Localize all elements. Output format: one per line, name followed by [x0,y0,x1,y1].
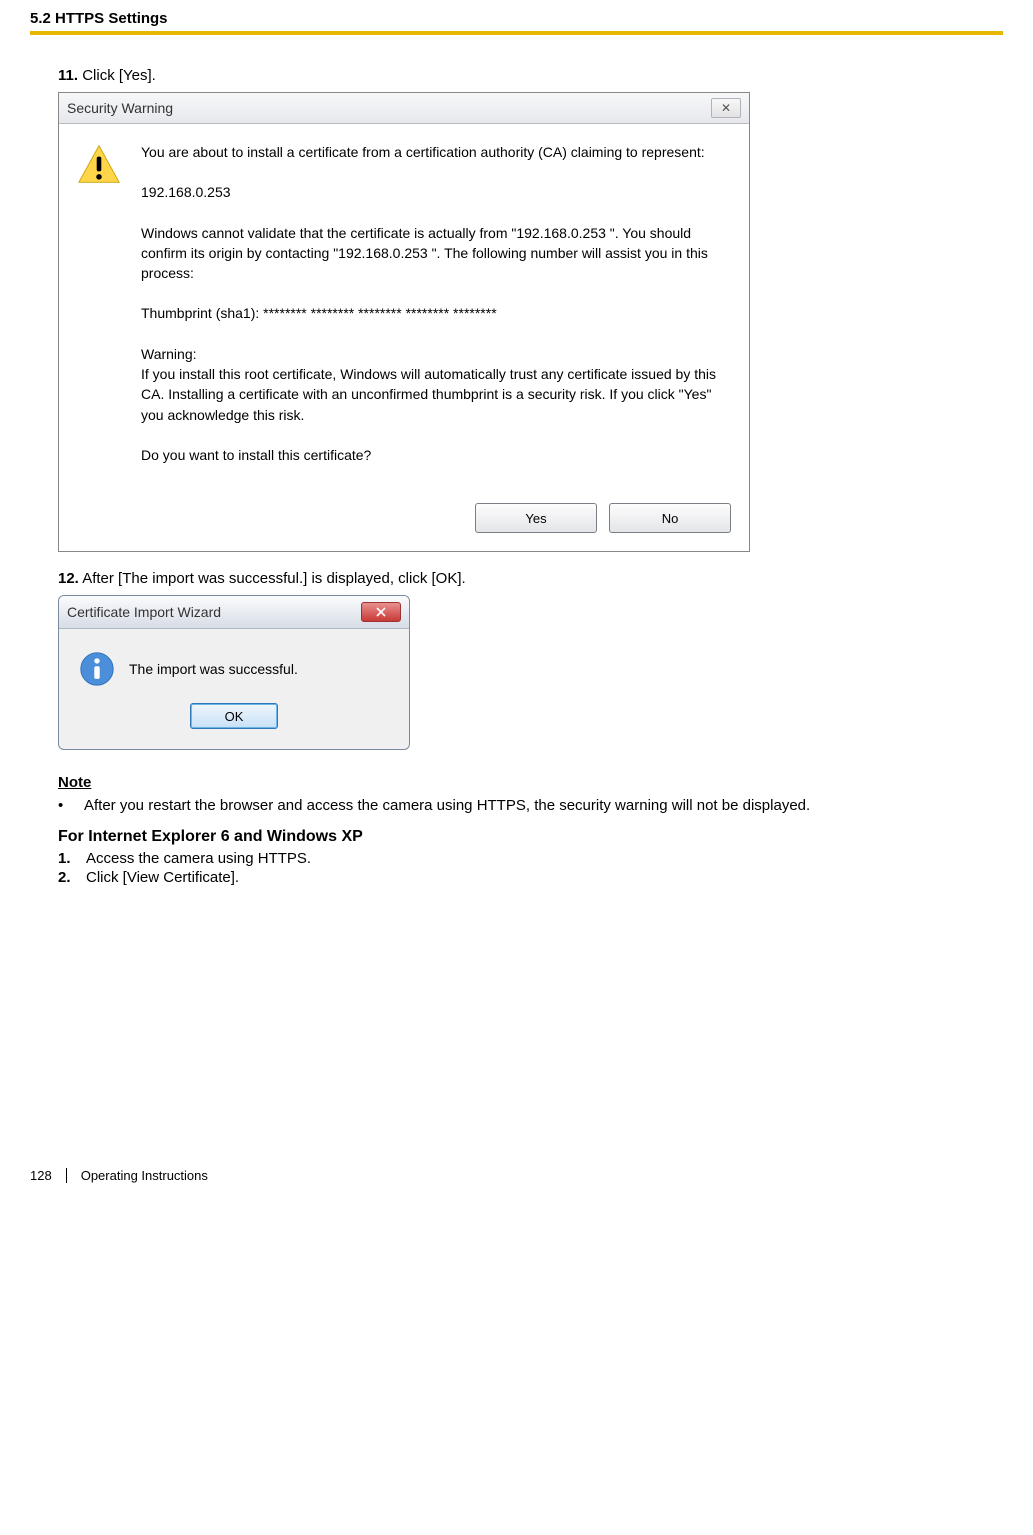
accent-bar [30,31,1003,35]
dialog-title: Certificate Import Wizard [67,604,221,620]
bullet-icon: • [58,797,84,814]
dialog-question: Do you want to install this certificate? [141,445,729,465]
step-text: After [The import was successful.] is di… [82,570,465,587]
section-title: 5.2 HTTPS Settings [30,10,1003,31]
substep-text: Access the camera using HTTPS. [86,850,311,867]
warning-icon [77,142,125,485]
page-number: 128 [30,1168,67,1183]
note-text: After you restart the browser and access… [84,797,810,814]
dialog-message: The import was successful. [129,661,298,677]
dialog-para: You are about to install a certificate f… [141,142,729,162]
info-icon [79,651,115,687]
footer-doc-title: Operating Instructions [81,1168,208,1183]
close-icon[interactable] [361,602,401,622]
dialog-address: 192.168.0.253 [141,182,729,202]
security-warning-dialog: Security Warning ✕ You are about to inst… [58,92,750,552]
dialog-thumbprint: Thumbprint (sha1): ******** ******** ***… [141,303,729,323]
substep-number: 1. [58,850,86,867]
import-success-dialog: Certificate Import Wizard The imp [58,595,410,750]
warning-body: If you install this root certificate, Wi… [141,366,716,423]
step-text: Click [Yes]. [82,67,156,84]
substep-text: Click [View Certificate]. [86,869,239,886]
dialog-title: Security Warning [67,100,173,116]
dialog-body-text: You are about to install a certificate f… [141,142,729,485]
dialog-titlebar: Security Warning ✕ [59,93,749,124]
substep-2: 2. Click [View Certificate]. [58,869,993,886]
close-icon[interactable]: ✕ [711,98,741,118]
ok-button[interactable]: OK [190,703,278,729]
dialog-para: Windows cannot validate that the certifi… [141,223,729,284]
step-number: 12. [58,570,79,587]
subsection-title: For Internet Explorer 6 and Windows XP [58,828,993,846]
warning-label: Warning: [141,346,197,362]
no-button[interactable]: No [609,503,731,533]
step-11: 11. Click [Yes]. [58,67,993,84]
substep-number: 2. [58,869,86,886]
note-heading: Note [58,774,993,791]
yes-button[interactable]: Yes [475,503,597,533]
dialog-titlebar: Certificate Import Wizard [59,596,409,629]
step-12: 12. After [The import was successful.] i… [58,570,993,587]
substep-1: 1. Access the camera using HTTPS. [58,850,993,867]
note-item: • After you restart the browser and acce… [58,797,993,814]
step-number: 11. [58,67,78,84]
page-footer: 128 Operating Instructions [0,1168,1033,1203]
